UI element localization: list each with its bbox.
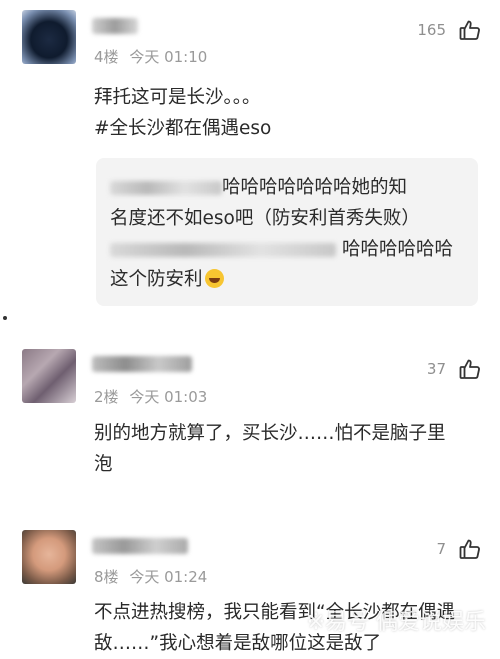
stray-dot xyxy=(3,316,7,320)
comment-time: 今天 01:03 xyxy=(129,388,208,406)
blurred-text xyxy=(110,243,336,257)
username[interactable] xyxy=(92,356,192,372)
quoted-reply[interactable]: 哈哈哈哈哈哈哈她的知 名度还不如eso吧（防安利首秀失败） 哈哈哈哈哈哈 这个防… xyxy=(96,158,478,306)
comment-item: 4楼 今天 01:10 165 拜托这可是长沙。。。 #全长沙都在偶遇eso 哈… xyxy=(0,0,500,330)
comment-meta: 8楼 今天 01:24 xyxy=(94,566,207,587)
quote-line: 哈哈哈哈哈哈哈她的知 xyxy=(110,172,407,203)
comment-line: #全长沙都在偶遇eso xyxy=(94,118,272,139)
blurred-text xyxy=(110,181,222,195)
like-button[interactable]: 165 xyxy=(417,18,482,42)
watermark: ※易号 偶爱说娱乐 xyxy=(306,610,486,635)
thumbs-up-icon xyxy=(459,359,480,379)
comment-text: 拜托这可是长沙。。。 #全长沙都在偶遇eso xyxy=(94,82,484,144)
comment-meta: 2楼 今天 01:03 xyxy=(94,386,207,407)
thumbs-up-icon xyxy=(459,539,480,559)
username[interactable] xyxy=(92,538,188,554)
like-count: 165 xyxy=(417,21,446,39)
avatar[interactable] xyxy=(22,530,76,584)
like-button[interactable]: 7 xyxy=(436,537,482,561)
comment-time: 今天 01:24 xyxy=(129,568,208,586)
thumbs-up-icon xyxy=(459,20,480,40)
laughing-emoji-icon xyxy=(204,269,224,288)
floor-number: 4楼 xyxy=(94,48,119,66)
like-button[interactable]: 37 xyxy=(427,357,482,381)
floor-number: 2楼 xyxy=(94,388,119,406)
quote-line: 哈哈哈哈哈哈 xyxy=(110,234,453,265)
comment-line: 泡 xyxy=(94,454,113,475)
comment-line: 别的地方就算了，买长沙……怕不是脑子里 xyxy=(94,423,446,444)
comment-meta: 4楼 今天 01:10 xyxy=(94,46,207,67)
comment-time: 今天 01:10 xyxy=(129,48,208,66)
like-count: 7 xyxy=(436,540,446,558)
comment-text: 别的地方就算了，买长沙……怕不是脑子里 泡 xyxy=(94,418,484,480)
like-count: 37 xyxy=(426,360,446,378)
avatar[interactable] xyxy=(22,349,76,403)
floor-number: 8楼 xyxy=(94,568,119,586)
comment-line: 拜托这可是长沙。。。 xyxy=(94,87,261,108)
quote-line: 名度还不如eso吧（防安利首秀失败） xyxy=(110,208,420,229)
username[interactable] xyxy=(92,18,138,34)
avatar[interactable] xyxy=(22,10,76,64)
quote-line: 这个防安利 xyxy=(110,264,224,295)
